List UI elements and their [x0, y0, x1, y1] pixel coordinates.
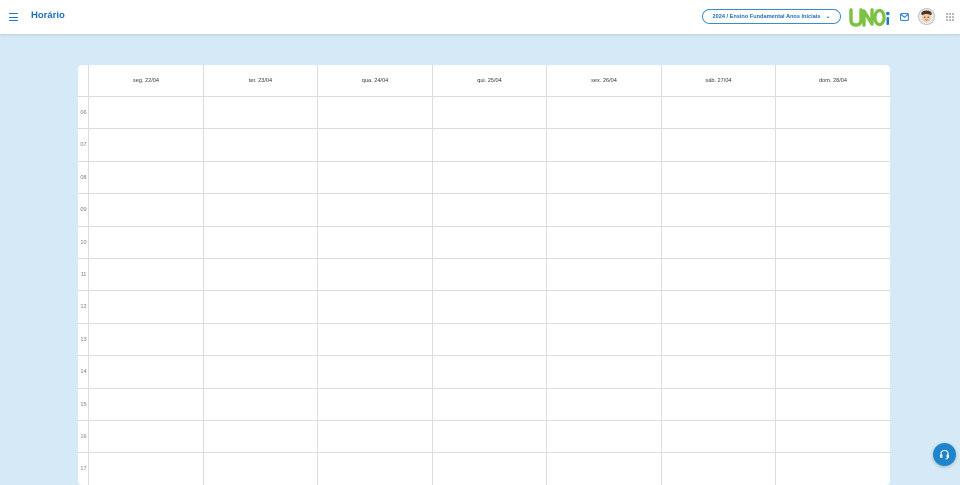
top-bar: Horário 2024 / Ensino Fundamental Anos I…	[0, 0, 960, 34]
hour-label: 16	[80, 434, 87, 440]
calendar-header: seg. 22/04 ter. 23/04 qua. 24/04 qui. 25…	[78, 65, 890, 97]
day-header[interactable]: dom. 28/04	[775, 65, 890, 97]
hour-row[interactable]: 08	[78, 162, 890, 195]
column-divider	[546, 97, 547, 485]
hour-label: 08	[80, 174, 87, 181]
hour-label: 13	[80, 336, 87, 343]
hour-row[interactable]: 06	[78, 97, 890, 130]
unoi-logo	[849, 8, 890, 27]
weekly-calendar: seg. 22/04 ter. 23/04 qua. 24/04 qui. 25…	[78, 65, 890, 485]
hour-row[interactable]: 14	[78, 356, 890, 389]
hour-row[interactable]: 17	[78, 453, 890, 485]
hour-row[interactable]: 10	[78, 227, 890, 259]
hour-label: 12	[80, 304, 87, 311]
support-button[interactable]	[933, 443, 956, 466]
day-header[interactable]: seg. 22/04	[88, 65, 203, 97]
hour-label: 09	[80, 207, 87, 214]
day-header[interactable]: qui. 25/04	[432, 65, 546, 97]
hour-row[interactable]: 07	[78, 129, 890, 162]
hour-label: 07	[80, 142, 87, 149]
page-title: Horário	[31, 10, 65, 21]
hour-label: 17	[80, 466, 87, 473]
column-divider	[661, 97, 662, 485]
column-divider	[317, 97, 318, 485]
day-header[interactable]: sáb. 27/04	[661, 65, 775, 97]
day-header[interactable]: ter. 23/04	[203, 65, 317, 97]
hour-row[interactable]: 11	[78, 259, 890, 292]
hour-row[interactable]: 16	[78, 421, 890, 454]
hour-row[interactable]: 09	[78, 194, 890, 227]
column-divider	[432, 97, 433, 485]
hour-label: 06	[80, 110, 87, 116]
hour-label: 11	[80, 272, 87, 278]
hour-label: 14	[80, 369, 87, 376]
mail-icon[interactable]	[900, 13, 909, 21]
apps-grid-icon[interactable]	[946, 13, 954, 21]
hour-label: 15	[80, 401, 87, 408]
day-header[interactable]: sex. 26/04	[546, 65, 661, 97]
chevron-down-icon: ⌄	[825, 13, 831, 20]
menu-icon[interactable]	[9, 12, 19, 22]
column-divider	[88, 97, 89, 485]
column-divider	[203, 97, 204, 485]
year-select-dropdown[interactable]: 2024 / Ensino Fundamental Anos Iniciais …	[702, 9, 841, 24]
hour-row[interactable]: 12	[78, 291, 890, 324]
column-divider	[775, 97, 776, 485]
hour-row[interactable]: 15	[78, 389, 890, 421]
year-select-label: 2024 / Ensino Fundamental Anos Iniciais	[712, 13, 821, 20]
day-header[interactable]: qua. 24/04	[317, 65, 432, 97]
hour-label: 10	[80, 239, 87, 246]
support-icon	[940, 449, 949, 460]
hour-row[interactable]: 13	[78, 324, 890, 357]
avatar[interactable]	[918, 8, 935, 25]
